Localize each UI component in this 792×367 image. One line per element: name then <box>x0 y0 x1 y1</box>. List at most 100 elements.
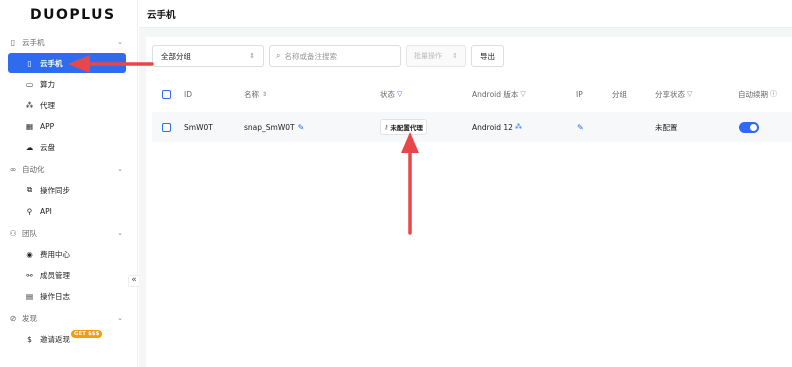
sidebar-item-label: 云盘 <box>40 142 55 152</box>
nav-group-automation[interactable]: ∞ 自动化 ⌄ <box>0 159 137 179</box>
sidebar-item-label: 费用中心 <box>40 249 70 259</box>
main-area: 云手机 全部分组 ⇕ ⌕ 批量操作 ⇕ 导出 ID 名称 ⇕ <box>139 0 792 367</box>
sidebar-item-label: 成员管理 <box>40 270 70 280</box>
table-header: ID 名称 ⇕ 状态 ▽ Android 版本 ▽ IP 分组 分享状态 ▽ 自… <box>152 82 792 106</box>
status-badge[interactable]: ⚷ 未配置代理 <box>380 119 427 135</box>
sidebar-item-label: 代理 <box>40 100 55 110</box>
cloud-icon: ☁ <box>25 142 34 152</box>
network-icon: ⁂ <box>25 100 34 110</box>
infinity-icon: ∞ <box>9 164 17 174</box>
log-icon: ▤ <box>25 291 34 301</box>
sidebar-item-sync[interactable]: ⧉ 操作同步 <box>8 180 126 200</box>
sidebar-item-members[interactable]: ⚯ 成员管理 <box>8 265 126 285</box>
table-row[interactable]: SmW0T snap_SmW0T ✎ ⚷ 未配置代理 Android 12 ⁂ … <box>152 112 792 142</box>
phone-icon: ▯ <box>27 58 32 68</box>
select-all-checkbox[interactable] <box>162 89 171 99</box>
chevron-down-icon: ⌄ <box>117 38 123 46</box>
batch-actions-select[interactable]: 批量操作 ⇕ <box>406 45 466 67</box>
phone-icon: ▯ <box>10 37 16 47</box>
chevron-down-icon: ⌄ <box>117 165 123 173</box>
column-name-label: 名称 <box>244 89 259 99</box>
sort-icon[interactable]: ⇕ <box>262 91 267 98</box>
info-icon[interactable]: ⓘ <box>770 89 777 99</box>
nav-group-label: 云手机 <box>22 37 45 47</box>
column-android: Android 版本 ▽ <box>472 89 526 100</box>
sidebar-item-referral[interactable]: $ 邀请返现 GET $$$ <box>8 329 126 349</box>
row-id: SmW0T <box>184 122 213 132</box>
group-select[interactable]: 全部分组 ⇕ <box>152 45 264 67</box>
nav-group-label: 自动化 <box>22 164 45 174</box>
row-name: snap_SmW0T ✎ <box>244 123 304 132</box>
nav-group-team[interactable]: ⚇ 团队 ⌄ <box>0 223 137 243</box>
toolbar: 全部分组 ⇕ ⌕ 批量操作 ⇕ 导出 <box>152 45 504 67</box>
sidebar-item-label: 云手机 <box>40 58 63 68</box>
group-select-value: 全部分组 <box>161 51 191 61</box>
column-name[interactable]: 名称 ⇕ <box>244 89 267 100</box>
team-icon: ⚇ <box>9 228 17 238</box>
sidebar-item-cloud-disk[interactable]: ☁ 云盘 <box>8 137 126 157</box>
batch-actions-label: 批量操作 <box>414 52 442 60</box>
ip-edit-icon[interactable]: ✎ <box>577 123 584 132</box>
edit-icon[interactable]: ✎ <box>298 123 305 132</box>
column-status: 状态 ▽ <box>380 89 402 100</box>
members-icon: ⚯ <box>26 270 33 280</box>
dollar-icon: ◉ <box>26 249 33 259</box>
row-status[interactable]: ⚷ 未配置代理 <box>380 119 427 135</box>
toggle-switch[interactable] <box>739 121 759 133</box>
android-icon: ⁂ <box>514 123 522 131</box>
column-group: 分组 <box>612 89 627 99</box>
promo-badge: GET $$$ <box>71 330 103 338</box>
column-share-label: 分享状态 <box>655 89 685 99</box>
sidebar-item-label: API <box>40 206 52 216</box>
compass-icon: ⊘ <box>9 313 17 323</box>
android-version-text: Android 12 <box>472 122 513 132</box>
page-title: 云手机 <box>139 0 792 28</box>
chevron-down-icon: ⌄ <box>117 314 123 322</box>
sidebar-item-billing[interactable]: ◉ 费用中心 <box>8 244 126 264</box>
sidebar-item-api[interactable]: ⚲ API <box>8 201 126 221</box>
chevron-down-icon: ⌄ <box>117 229 123 237</box>
column-ip: IP <box>576 89 583 99</box>
sidebar-item-compute[interactable]: ▭ 算力 <box>8 74 126 94</box>
filter-icon[interactable]: ▽ <box>687 90 692 98</box>
export-button[interactable]: 导出 <box>471 45 504 67</box>
row-android: Android 12 ⁂ <box>472 123 522 132</box>
row-name-text: snap_SmW0T <box>244 122 295 132</box>
sidebar-item-logs[interactable]: ▤ 操作日志 <box>8 286 126 306</box>
grid-icon: ▦ <box>25 121 34 131</box>
column-renew-label: 自动续期 <box>738 89 768 99</box>
sync-icon: ⧉ <box>26 185 33 194</box>
sidebar-item-label: 邀请返现 <box>40 334 70 344</box>
column-android-label: Android 版本 <box>472 89 519 99</box>
select-arrows-icon: ⇕ <box>249 52 255 60</box>
search-input[interactable] <box>284 51 395 61</box>
status-text: 未配置代理 <box>390 124 423 132</box>
sidebar-item-label: APP <box>40 121 55 131</box>
link-icon: ⚲ <box>26 206 33 216</box>
nav-group-discover[interactable]: ⊘ 发现 ⌄ <box>0 308 137 328</box>
search-box[interactable]: ⌕ <box>269 45 401 67</box>
dollar-sign-icon: $ <box>27 334 32 344</box>
sidebar: DUOPLUS ▯ 云手机 ⌄ ▯ 云手机 ▭ 算力 ⁂ 代理 ▦ APP ☁ … <box>0 0 138 367</box>
search-icon: ⌕ <box>276 51 281 60</box>
monitor-icon: ▭ <box>25 79 34 89</box>
sidebar-item-label: 算力 <box>40 79 55 89</box>
sidebar-item-cloud-phone[interactable]: ▯ 云手机 <box>8 53 126 73</box>
nav-group-label: 发现 <box>22 313 37 323</box>
nav-group-label: 团队 <box>22 228 37 238</box>
column-share: 分享状态 ▽ <box>655 89 692 100</box>
filter-icon[interactable]: ▽ <box>397 90 402 98</box>
nav-group-cloud-phone[interactable]: ▯ 云手机 ⌄ <box>0 32 137 52</box>
column-id: ID <box>184 89 192 99</box>
sidebar-item-proxy[interactable]: ⁂ 代理 <box>8 95 126 115</box>
app-logo: DUOPLUS <box>30 7 116 23</box>
sidebar-item-label: 操作同步 <box>40 185 70 195</box>
sidebar-item-label: 操作日志 <box>40 291 70 301</box>
key-icon: ⚷ <box>384 123 389 131</box>
sidebar-item-app[interactable]: ▦ APP <box>8 116 126 136</box>
auto-renew-toggle[interactable] <box>739 121 759 133</box>
content-panel: 全部分组 ⇕ ⌕ 批量操作 ⇕ 导出 ID 名称 ⇕ 状态 ▽ <box>146 37 792 367</box>
column-auto-renew: 自动续期 ⓘ <box>738 89 777 100</box>
filter-icon[interactable]: ▽ <box>520 90 525 98</box>
row-checkbox[interactable] <box>162 122 171 132</box>
